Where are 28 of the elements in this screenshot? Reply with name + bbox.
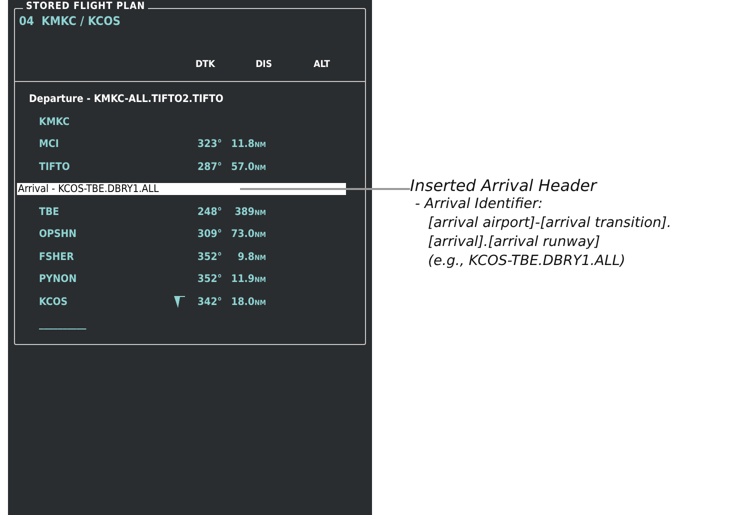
procedure-header[interactable]: Departure - KMKC-ALL.TIFTO2.TIFTO xyxy=(29,93,224,106)
dtk-value: 287° xyxy=(196,160,222,173)
waypoint-name[interactable]: PYNON xyxy=(39,273,168,286)
waypoint-name[interactable]: TIFTO xyxy=(39,160,168,173)
annotation-text: (e.g., KCOS-TBE.DBRY1.ALL) xyxy=(427,252,626,271)
annotation-text: [arrival].[arrival runway] xyxy=(427,233,602,252)
procedure-header[interactable]: Arrival - KCOS-TBE.DBRY1.ALL xyxy=(17,183,346,196)
dtk-value: 323° xyxy=(196,138,222,150)
waypoint-name[interactable]: OPSHN xyxy=(39,228,168,240)
column-header: DIS xyxy=(254,59,272,72)
waypoint-name[interactable]: KMKC xyxy=(39,116,168,128)
dtk-value: 342° xyxy=(196,296,222,308)
empty-waypoint[interactable]: __________ xyxy=(39,318,168,330)
waypoint-name[interactable]: TBE xyxy=(39,206,168,218)
column-header: ALT xyxy=(312,59,330,72)
column-header: DTK xyxy=(194,59,215,72)
dtk-value: 309° xyxy=(196,228,222,240)
dtk-value: 352° xyxy=(196,273,222,286)
annotation-text: - Arrival Identifier: xyxy=(414,195,544,214)
waypoint-name[interactable]: FSHER xyxy=(39,250,168,263)
panel-title: STORED FLIGHT PLAN xyxy=(23,1,148,12)
plan-name: 04 KMKC / KCOS xyxy=(19,14,121,28)
dtk-value: 352° xyxy=(196,250,222,263)
annotation-text: [arrival airport]-[arrival transition]. xyxy=(427,214,672,233)
waypoint-name[interactable]: KCOS xyxy=(39,296,168,308)
dtk-value: 248° xyxy=(196,206,222,218)
waypoint-name[interactable]: MCI xyxy=(39,138,168,150)
annotation-title: Inserted Arrival Header xyxy=(410,176,598,195)
